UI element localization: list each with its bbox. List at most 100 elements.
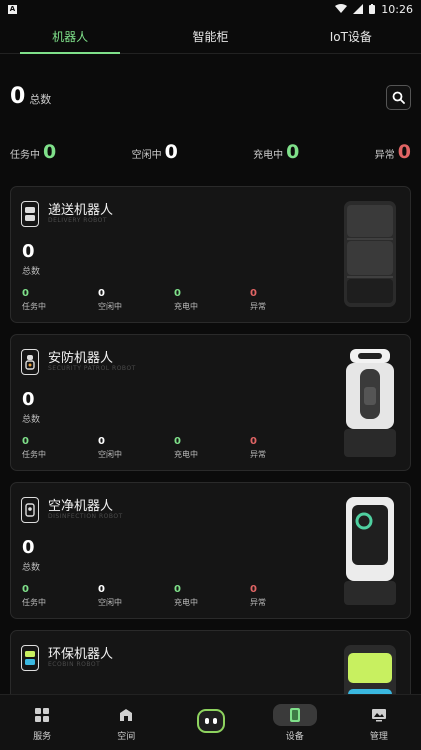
idle-label: 空闲中 [131, 150, 162, 161]
stat-label: 异常 [250, 302, 266, 311]
stat-label: 任务中 [22, 302, 46, 311]
charging-value: 0 [286, 141, 300, 163]
stat-value: 0 [98, 288, 105, 299]
stat-value: 0 [98, 436, 105, 447]
summary-charging: 充电中 0 [253, 141, 299, 163]
status-bar-right: 10:26 [335, 3, 413, 16]
idle-value: 0 [164, 141, 178, 163]
device-icon [272, 703, 317, 726]
stat-label: 任务中 [22, 598, 46, 607]
card-total-count: 0 [22, 389, 35, 410]
stat-label: 充电中 [174, 450, 198, 459]
card-stats: 0 任务中 0 空闲中 0 充电中 0 异常 [22, 436, 326, 460]
stat-charging: 0 充电中 [174, 436, 250, 460]
card-total-label: 总数 [22, 415, 41, 425]
total-row: 0 总数 [10, 84, 51, 109]
summary-status-row: 任务中 0 空闲中 0 充电中 0 异常 0 [0, 141, 421, 163]
stat-charging: 0 充电中 [174, 584, 250, 608]
card-stats: 0 任务中 0 空闲中 0 充电中 0 异常 [22, 288, 326, 312]
card-subtitle: DELIVERY ROBOT [48, 217, 108, 224]
stat-error: 0 异常 [250, 288, 326, 312]
nav-device[interactable]: 设备 [253, 695, 337, 750]
ecobin-robot-icon [21, 645, 39, 671]
robot-card-security[interactable]: 安防机器人 SECURITY PATROL ROBOT 0 总数 0 任务中 0 空… [10, 334, 411, 471]
error-value: 0 [397, 141, 411, 163]
tab-smart-cabinet[interactable]: 智能柜 [140, 18, 280, 54]
error-label: 异常 [374, 150, 395, 161]
robot-card-disinfection[interactable]: 空净机器人 DISINFECTION ROBOT 0 总数 0 任务中 0 空闲中 … [10, 482, 411, 619]
stat-label: 异常 [250, 598, 266, 607]
card-total-count: 0 [22, 537, 35, 558]
stat-idle: 0 空闲中 [98, 584, 174, 608]
stat-label: 空闲中 [98, 450, 122, 459]
stat-value: 0 [174, 436, 181, 447]
stat-error: 0 异常 [250, 584, 326, 608]
stat-value: 0 [250, 436, 257, 447]
summary-section: 0 总数 任务中 0 空闲中 0 充电中 0 异常 0 [0, 54, 421, 163]
clock: 10:26 [381, 2, 413, 16]
stat-error: 0 异常 [250, 436, 326, 460]
stat-value: 0 [98, 584, 105, 595]
in-task-label: 任务中 [10, 150, 40, 161]
delivery-robot-image [344, 201, 396, 307]
card-subtitle: SECURITY PATROL ROBOT [48, 365, 136, 372]
battery-icon [369, 4, 376, 14]
bottom-nav: 服务 空间 设备 管理 [0, 694, 421, 750]
stat-value: 0 [22, 436, 29, 447]
tab-iot-devices[interactable]: IoT设备 [281, 18, 421, 54]
stat-label: 充电中 [174, 598, 198, 607]
card-title: 环保机器人 [48, 647, 114, 662]
nav-label: 设备 [285, 731, 304, 742]
stat-in-task: 0 任务中 [22, 584, 98, 608]
tab-robots[interactable]: 机器人 [0, 18, 140, 54]
robot-card-list: 递送机器人 DELIVERY ROBOT 0 总数 0 任务中 0 空闲中 0 充电中… [10, 186, 411, 750]
nav-label: 空间 [117, 731, 136, 742]
stat-value: 0 [250, 584, 257, 595]
summary-error: 异常 0 [375, 141, 411, 163]
stat-label: 充电中 [174, 302, 198, 311]
nav-home[interactable] [168, 695, 252, 750]
total-count: 0 [10, 84, 26, 109]
status-bar: A 10:26 [0, 0, 421, 18]
stat-value: 0 [174, 288, 181, 299]
delivery-robot-icon [21, 201, 39, 227]
nav-manage[interactable]: 管理 [337, 695, 421, 750]
summary-idle: 空闲中 0 [132, 141, 178, 163]
card-total-label: 总数 [22, 267, 41, 277]
robot-face-icon [196, 709, 225, 733]
card-title: 递送机器人 [48, 203, 114, 218]
stat-charging: 0 充电中 [174, 288, 250, 312]
search-icon [392, 91, 405, 104]
security-robot-icon [21, 349, 39, 375]
card-subtitle: ECOBIN ROBOT [48, 661, 101, 668]
nav-label: 管理 [369, 731, 388, 742]
stat-idle: 0 空闲中 [98, 288, 174, 312]
disinfection-robot-image [344, 497, 396, 605]
stat-label: 异常 [250, 450, 266, 459]
stat-value: 0 [250, 288, 257, 299]
card-total-count: 0 [22, 241, 35, 262]
nav-label: 服务 [33, 731, 52, 742]
stat-value: 0 [174, 584, 181, 595]
security-robot-image [344, 349, 396, 457]
stat-label: 任务中 [22, 450, 46, 459]
building-icon [115, 704, 137, 726]
nav-service[interactable]: 服务 [0, 695, 84, 750]
grid-icon [31, 704, 53, 726]
top-tab-bar: 机器人 智能柜 IoT设备 [0, 18, 421, 54]
charging-label: 充电中 [253, 150, 284, 161]
search-button[interactable] [386, 85, 411, 110]
summary-in-task: 任务中 0 [10, 141, 56, 163]
robot-card-delivery[interactable]: 递送机器人 DELIVERY ROBOT 0 总数 0 任务中 0 空闲中 0 充电中… [10, 186, 411, 323]
total-label: 总数 [29, 93, 52, 106]
stat-in-task: 0 任务中 [22, 288, 98, 312]
card-stats: 0 任务中 0 空闲中 0 充电中 0 异常 [22, 584, 326, 608]
stat-label: 空闲中 [98, 302, 122, 311]
stat-label: 空闲中 [98, 598, 122, 607]
signal-icon [353, 4, 364, 14]
in-task-value: 0 [43, 141, 57, 163]
card-title: 安防机器人 [48, 351, 114, 366]
nav-space[interactable]: 空间 [84, 695, 168, 750]
stat-idle: 0 空闲中 [98, 436, 174, 460]
card-total-label: 总数 [22, 563, 41, 573]
